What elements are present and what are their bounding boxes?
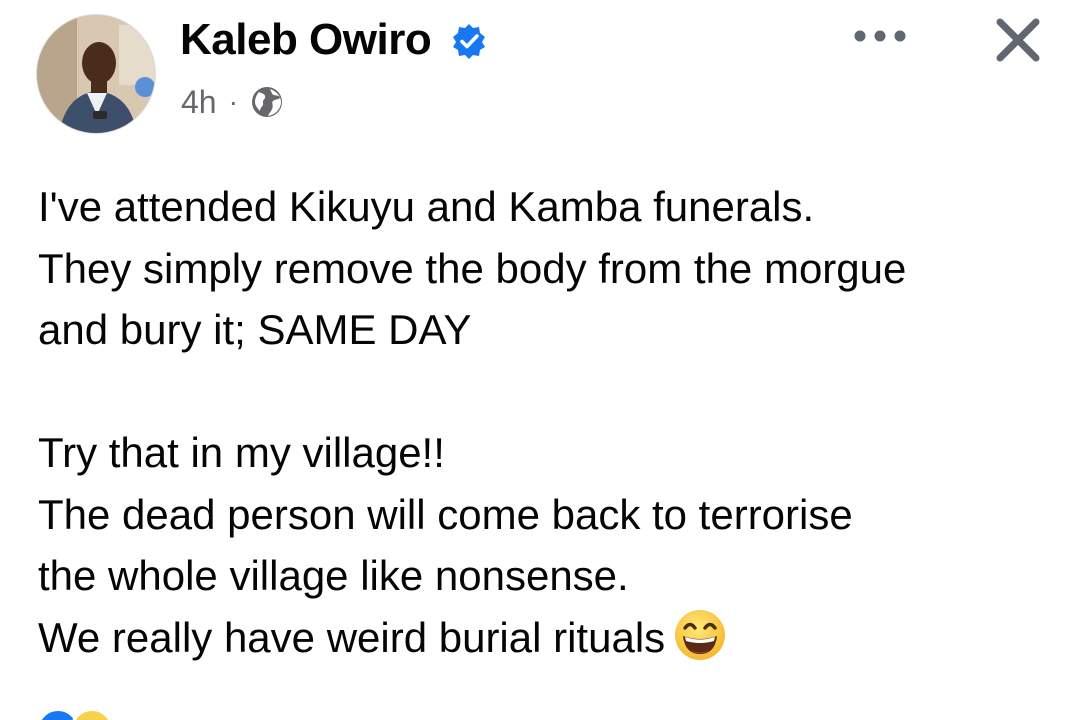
- post-line: They simply remove the body from the mor…: [38, 244, 907, 292]
- grinning-squinting-face-emoji: [675, 609, 726, 660]
- post-time[interactable]: 4h: [181, 84, 217, 121]
- post-line: the whole village like nonsense.: [38, 552, 629, 599]
- avatar-photo: [37, 15, 155, 133]
- author-name[interactable]: Kaleb Owiro: [180, 14, 432, 66]
- more-options-button[interactable]: [848, 18, 912, 54]
- close-icon[interactable]: [992, 14, 1044, 66]
- verified-badge-icon: [453, 24, 485, 59]
- post-meta: 4h ·: [181, 82, 284, 122]
- post-line: and bury it; SAME DAY: [38, 306, 472, 353]
- post-line-text: We really have weird burial rituals: [38, 613, 666, 661]
- author-avatar[interactable]: [36, 14, 156, 134]
- post-text: I've attended Kikuyu and Kamba funerals.…: [38, 176, 1058, 668]
- post-blank-line: [38, 361, 1058, 423]
- haha-reaction-icon: [70, 708, 114, 720]
- reaction-summary[interactable]: [36, 708, 156, 720]
- globe-icon[interactable]: [250, 85, 284, 119]
- post-header: Kaleb Owiro 4h ·: [0, 0, 1080, 150]
- post-line-last: We really have weird burial rituals: [38, 607, 1058, 669]
- post-line: I've attended Kikuyu and Kamba funerals.: [38, 183, 815, 230]
- more-options-icon: [854, 30, 906, 42]
- meta-separator: ·: [228, 86, 238, 117]
- post-line: The dead person will come back to terror…: [38, 490, 853, 538]
- post-line: Try that in my village!!: [38, 429, 445, 476]
